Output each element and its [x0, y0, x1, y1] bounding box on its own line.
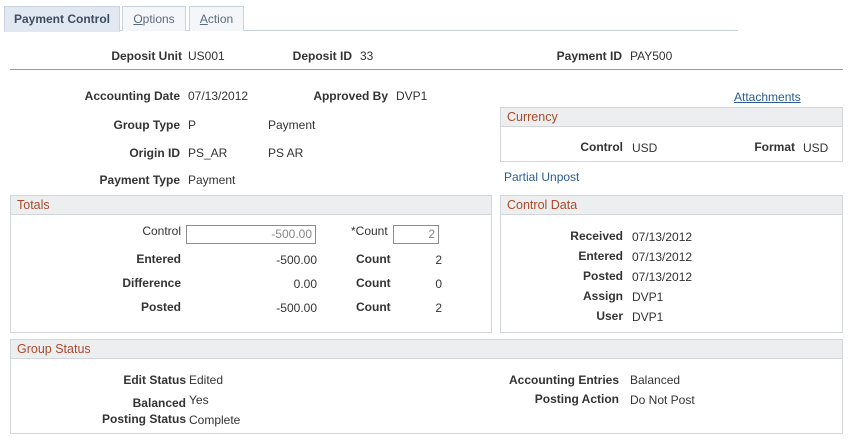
origin-id-code: PS_AR [188, 146, 228, 160]
tab-options-label: ptions [142, 12, 175, 26]
totals-posted-count-label: Count [356, 300, 391, 314]
posting-status-value: Complete [189, 413, 241, 427]
tab-options[interactable]: Options [122, 6, 186, 31]
origin-id-description: PS AR [268, 146, 304, 160]
tab-action[interactable]: Action [189, 6, 244, 31]
currency-group: Currency Control USD Format USD [500, 107, 843, 162]
accounting-date-label: Accounting Date [84, 89, 180, 103]
totals-entered-count-label: Count [356, 252, 391, 266]
deposit-id-value: 33 [360, 49, 374, 63]
edit-status-label: Edit Status [123, 373, 186, 387]
tab-payment-control[interactable]: Payment Control [4, 6, 120, 32]
totals-group: Totals Control -500.00 *Count 2 Entered … [10, 195, 492, 333]
payment-type-label: Payment Type [99, 173, 180, 187]
group-status-group: Group Status Edit Status Edited Balanced… [10, 339, 843, 434]
control-data-assign-value: DVP1 [632, 290, 664, 304]
totals-difference-label: Difference [122, 276, 181, 290]
totals-entered-label: Entered [136, 252, 181, 266]
edit-status-value: Edited [189, 373, 224, 387]
control-data-group: Control Data Received 07/13/2012 Entered… [500, 195, 843, 333]
control-data-assign-label: Assign [582, 289, 623, 303]
deposit-unit-label: Deposit Unit [111, 49, 182, 63]
control-data-group-title: Control Data [501, 196, 842, 215]
control-data-user-label: User [596, 309, 623, 323]
totals-difference-amount: 0.00 [293, 277, 317, 291]
deposit-id-label: Deposit ID [292, 49, 352, 63]
control-data-entered-value: 07/13/2012 [632, 250, 693, 264]
partial-unpost-link[interactable]: Partial Unpost [504, 170, 579, 184]
totals-entered-count: 2 [435, 253, 442, 267]
header-divider [10, 69, 843, 70]
currency-control-label: Control [580, 140, 623, 154]
group-type-description: Payment [268, 118, 316, 132]
totals-control-amount-input[interactable]: -500.00 [186, 225, 316, 244]
approved-by-label: Approved By [313, 89, 388, 103]
currency-format-label: Format [754, 140, 795, 154]
tab-action-accesskey: A [199, 12, 208, 26]
currency-group-title: Currency [501, 108, 842, 127]
group-type-label: Group Type [113, 118, 180, 132]
origin-id-label: Origin ID [129, 146, 180, 160]
group-status-group-title: Group Status [11, 340, 842, 359]
totals-difference-count-label: Count [356, 276, 391, 290]
control-data-posted-label: Posted [582, 269, 623, 283]
tab-action-label: ction [207, 12, 234, 26]
currency-format-value: USD [803, 141, 829, 155]
posting-status-label: Posting Status [101, 412, 186, 426]
posting-action-label: Posting Action [534, 392, 619, 406]
control-data-entered-label: Entered [578, 249, 623, 263]
totals-control-count-input[interactable]: 2 [393, 225, 439, 244]
control-data-posted-value: 07/13/2012 [632, 270, 693, 284]
deposit-unit-value: US001 [188, 49, 225, 63]
accounting-date-value: 07/13/2012 [188, 89, 249, 103]
tab-payment-control-label: Payment Control [13, 12, 110, 26]
payment-id-value: PAY500 [630, 49, 673, 63]
posting-action-value: Do Not Post [630, 393, 695, 407]
group-type-code: P [188, 118, 197, 132]
approved-by-value: DVP1 [396, 89, 428, 103]
tab-options-accesskey: O [133, 12, 143, 26]
accounting-entries-value: Balanced [630, 373, 681, 387]
totals-entered-amount: -500.00 [276, 253, 317, 267]
totals-posted-amount: -500.00 [276, 301, 317, 315]
currency-control-value: USD [632, 141, 658, 155]
accounting-entries-label: Accounting Entries [508, 373, 619, 387]
balanced-label: Balanced [132, 396, 186, 410]
control-data-received-label: Received [570, 229, 623, 243]
totals-group-title: Totals [11, 196, 491, 215]
totals-posted-label: Posted [140, 300, 181, 314]
attachments-link[interactable]: Attachments [734, 90, 801, 104]
control-data-user-value: DVP1 [632, 310, 664, 324]
payment-id-label: Payment ID [556, 49, 622, 63]
totals-control-label: Control [142, 224, 181, 238]
totals-difference-count: 0 [435, 277, 442, 291]
balanced-value: Yes [189, 393, 209, 407]
totals-posted-count: 2 [435, 301, 442, 315]
payment-type-value: Payment [188, 173, 236, 187]
totals-count-required-label: *Count [351, 224, 388, 238]
control-data-received-value: 07/13/2012 [632, 230, 693, 244]
